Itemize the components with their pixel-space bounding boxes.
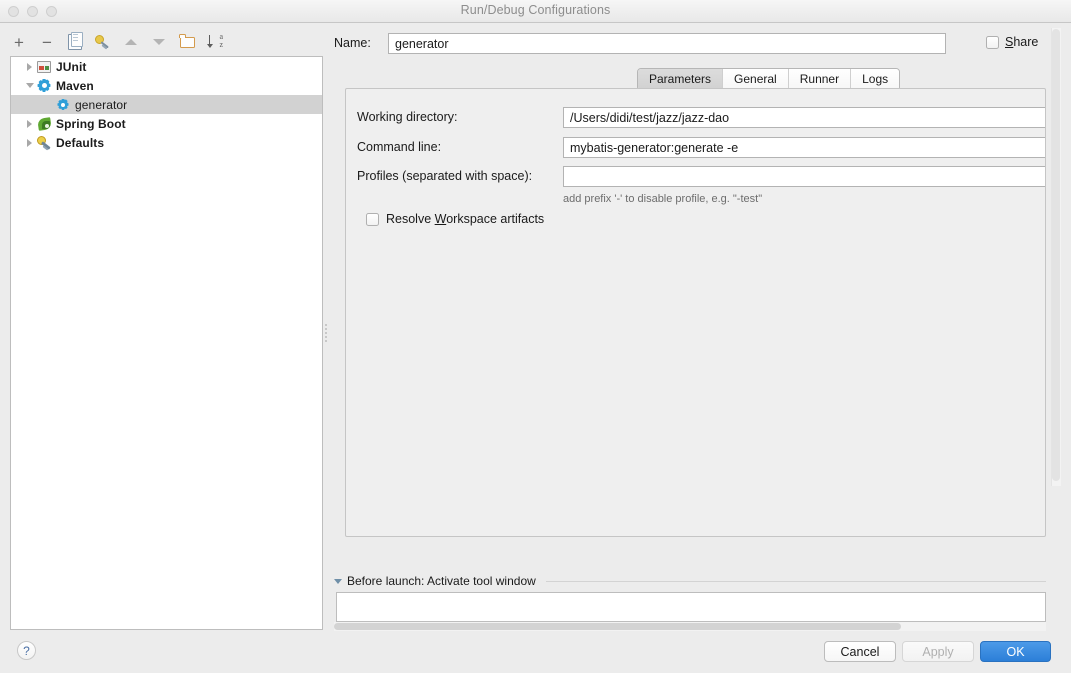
vertical-scrollbar[interactable] — [1051, 28, 1061, 486]
gear-icon — [55, 97, 71, 113]
wrench-icon — [95, 34, 111, 50]
horizontal-scrollbar-thumb[interactable] — [334, 623, 901, 630]
configuration-tree-toolbar: + − az — [10, 30, 310, 54]
chevron-right-icon[interactable] — [23, 119, 36, 128]
tree-item-label: Maven — [56, 78, 94, 93]
vertical-scrollbar-thumb[interactable] — [1052, 29, 1060, 481]
tab-general[interactable]: General — [723, 69, 789, 88]
folder-icon — [179, 33, 195, 48]
gear-icon — [36, 78, 52, 94]
tab-logs[interactable]: Logs — [851, 69, 900, 88]
before-launch-divider — [545, 580, 1046, 582]
resolve-workspace-row[interactable]: Resolve Workspace artifacts — [366, 212, 544, 226]
move-up-button[interactable] — [122, 33, 140, 51]
tree-item-label: JUnit — [56, 59, 87, 74]
chevron-right-icon[interactable] — [23, 138, 36, 147]
before-launch-header[interactable]: Before launch: Activate tool window — [334, 574, 1046, 588]
resolve-workspace-checkbox[interactable] — [366, 212, 379, 226]
triangle-down-icon — [153, 39, 165, 45]
parameters-panel: Working directory: /Users/didi/test/jazz… — [345, 88, 1046, 537]
chevron-down-icon[interactable] — [23, 83, 36, 88]
profiles-hint: add prefix '-' to disable profile, e.g. … — [563, 193, 763, 205]
command-line-input[interactable]: mybatis-generator:generate -e — [563, 137, 1045, 158]
command-line-label: Command line: — [357, 140, 442, 154]
remove-button[interactable]: − — [38, 33, 56, 51]
tree-item-spring-boot[interactable]: Spring Boot — [11, 114, 322, 133]
before-launch-title: Before launch: Activate tool window — [347, 574, 536, 588]
triangle-up-icon — [125, 39, 137, 45]
before-launch-list[interactable] — [336, 592, 1046, 622]
panel-splitter[interactable] — [324, 322, 328, 344]
copy-configuration-button[interactable] — [66, 32, 84, 51]
tab-runner[interactable]: Runner — [788, 69, 852, 88]
configuration-tree[interactable]: JUnit Maven generator Spring Boot Defaul… — [10, 56, 323, 630]
tree-item-generator[interactable]: generator — [11, 95, 322, 114]
tree-item-label: Spring Boot — [56, 116, 126, 131]
profiles-input[interactable] — [563, 166, 1045, 187]
new-folder-button[interactable] — [178, 33, 196, 51]
profiles-row: Profiles (separated with space): — [357, 166, 1045, 188]
tree-item-junit[interactable]: JUnit — [11, 57, 322, 76]
copy-icon — [68, 32, 83, 50]
spring-leaf-icon — [36, 116, 52, 132]
working-directory-row: Working directory: /Users/didi/test/jazz… — [357, 107, 1045, 129]
question-mark-icon: ? — [23, 643, 30, 658]
window-title: Run/Debug Configurations — [460, 3, 611, 17]
run-debug-configurations-dialog: Run/Debug Configurations + − a z JUnit M… — [0, 0, 1071, 673]
name-label: Name: — [334, 36, 371, 50]
share-checkbox[interactable] — [986, 35, 999, 49]
window-titlebar: Run/Debug Configurations — [0, 0, 1071, 23]
sort-az-icon: az — [206, 33, 223, 50]
share-mnemonic: S — [1005, 35, 1014, 49]
apply-button[interactable]: Apply — [902, 641, 974, 662]
working-directory-input[interactable]: /Users/didi/test/jazz/jazz-dao — [563, 107, 1045, 128]
help-button[interactable]: ? — [17, 641, 36, 660]
resolve-workspace-mnemonic: W — [434, 212, 447, 226]
tree-item-maven[interactable]: Maven — [11, 76, 322, 95]
edit-defaults-button[interactable] — [94, 33, 112, 51]
wrench-icon — [36, 135, 52, 151]
junit-icon — [36, 59, 52, 75]
cancel-button[interactable]: Cancel — [824, 641, 896, 662]
tab-parameters[interactable]: Parameters — [638, 69, 724, 88]
plus-icon: + — [14, 32, 24, 52]
minus-icon: − — [42, 32, 52, 52]
tree-item-label: generator — [75, 97, 128, 112]
share-checkbox-row[interactable]: Share — [986, 35, 1038, 49]
add-button[interactable]: + — [10, 33, 28, 51]
working-directory-label: Working directory: — [357, 110, 458, 124]
tree-item-label: Defaults — [56, 135, 105, 150]
name-input[interactable]: generator — [388, 33, 946, 54]
name-row: Name: generator Share — [334, 33, 1052, 55]
chevron-down-icon[interactable] — [334, 578, 342, 584]
ok-button[interactable]: OK — [980, 641, 1051, 662]
resolve-workspace-label: Resolve Workspace artifacts — [386, 212, 545, 226]
sort-button[interactable]: az — [206, 33, 224, 51]
chevron-right-icon[interactable] — [23, 62, 36, 71]
move-down-button[interactable] — [150, 33, 168, 51]
profiles-label: Profiles (separated with space): — [357, 169, 533, 183]
tree-item-defaults[interactable]: Defaults — [11, 133, 322, 152]
share-label: Share — [1005, 35, 1039, 49]
command-line-row: Command line: mybatis-generator:generate… — [357, 137, 1045, 159]
horizontal-scrollbar[interactable] — [334, 622, 1046, 631]
